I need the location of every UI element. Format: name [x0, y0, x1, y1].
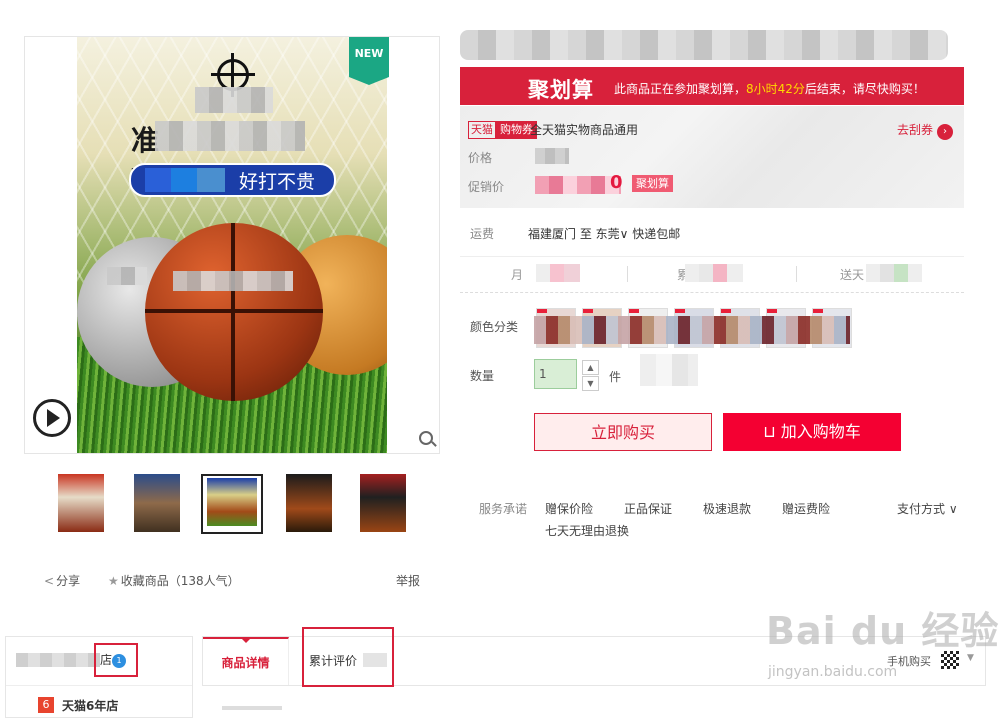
- main-image-frame: 准球 好打不贵 NEW: [24, 36, 440, 454]
- share-link[interactable]: < 分享: [44, 572, 80, 589]
- shipping-label: 运费: [470, 227, 495, 241]
- juhuasuan-banner: 聚划算 此商品正在参加聚划算，8小时42分后结束，请尽快购买！: [460, 67, 964, 105]
- pill-mosaic: [145, 168, 225, 192]
- baidu-watermark-url: jingyan.baidu.com: [768, 664, 898, 680]
- product-title-mosaic: [460, 30, 948, 60]
- service-seven-day-return[interactable]: 七天无理由退换: [545, 522, 629, 539]
- shop-years-icon: 6: [38, 697, 54, 713]
- juhuasuan-logo: 聚划算: [528, 78, 594, 102]
- arrow-right-icon: ›: [937, 124, 954, 140]
- payment-methods-dropdown[interactable]: 支付方式 ∨: [897, 500, 958, 517]
- quantity-decrease-icon[interactable]: ▼: [582, 376, 599, 391]
- service-genuine[interactable]: 正品保证: [624, 500, 672, 517]
- shipping-destination[interactable]: 福建厦门 至 东莞∨ 快递包邮: [528, 225, 680, 242]
- stat-mosaic-3: [866, 264, 922, 282]
- coupon-description: 全天猫实物商品通用: [530, 123, 639, 137]
- thumbnail-2[interactable]: [134, 474, 180, 532]
- thumbnail-4[interactable]: [286, 474, 332, 532]
- quantity-label: 数量: [470, 369, 495, 383]
- quantity-unit: 件: [609, 370, 622, 384]
- service-price-insurance[interactable]: 赠保价险: [545, 500, 593, 517]
- price-label: 价格: [468, 151, 493, 165]
- promo-price-label: 促销价: [468, 180, 505, 194]
- image-pill-banner: 好打不贵: [129, 163, 336, 197]
- service-fast-refund[interactable]: 极速退款: [703, 500, 751, 517]
- shop-years: 天猫6年店: [62, 699, 119, 713]
- divider: [6, 685, 192, 686]
- shop-name-mosaic: [16, 653, 100, 667]
- stock-mosaic: [640, 354, 698, 386]
- promo-price-mosaic: [535, 176, 621, 194]
- color-label: 颜色分类: [470, 320, 519, 334]
- share-icon: <: [44, 574, 55, 588]
- report-link[interactable]: 举报: [396, 572, 420, 589]
- star-icon: ★: [108, 574, 119, 588]
- juhuasuan-countdown: 此商品正在参加聚划算，8小时42分后结束，请尽快购买！: [614, 82, 925, 96]
- price-mosaic: [535, 148, 569, 164]
- favorite-link[interactable]: ★ 收藏商品（138人气）: [108, 572, 240, 589]
- pill-text: 好打不贵: [239, 171, 316, 193]
- quantity-input[interactable]: [534, 359, 577, 389]
- get-coupon-link[interactable]: 去刮券 ›: [897, 121, 954, 140]
- main-basketball: [145, 223, 323, 401]
- service-freight-insurance[interactable]: 赠运费险: [782, 500, 830, 517]
- service-label: 服务承诺: [479, 502, 528, 516]
- color-swatches-mosaic: [534, 316, 850, 344]
- ball-logo-mosaic-left: [107, 267, 147, 285]
- main-product-image[interactable]: 准球 好打不贵: [77, 37, 387, 453]
- quantity-increase-icon[interactable]: ▲: [582, 360, 599, 375]
- ball-logo-mosaic: [173, 271, 293, 291]
- stat-monthly-sales: 月: [511, 268, 524, 282]
- new-badge: NEW: [349, 37, 389, 85]
- blurred-brand: [195, 87, 273, 113]
- add-to-cart-button[interactable]: ⊔ 加入购物车: [723, 413, 901, 451]
- thumbnail-3-image: [207, 478, 257, 526]
- tab-product-detail[interactable]: 商品详情: [203, 637, 289, 685]
- tab-content-placeholder: [222, 706, 282, 710]
- tmall-coupon-tag: 天猫 购物券: [468, 121, 537, 139]
- headline-mosaic: [155, 121, 305, 151]
- thumbnail-1[interactable]: [58, 474, 104, 532]
- stat-tmall-points: 送天: [840, 268, 865, 282]
- divider: [627, 266, 628, 282]
- juhuasuan-price-tag: 聚划算: [632, 175, 673, 192]
- highlight-box-shop-badge: [94, 643, 138, 677]
- price-box: 天猫 购物券 全天猫实物商品通用 去刮券 › 价格 促销价 0 聚划算: [460, 106, 964, 208]
- promo-price-digit: 0: [610, 172, 623, 193]
- play-video-icon[interactable]: [33, 399, 71, 437]
- divider: [460, 256, 964, 257]
- baidu-watermark: Bai du 经验: [766, 609, 1000, 653]
- stat-mosaic-1: [536, 264, 580, 282]
- zoom-icon[interactable]: [419, 431, 433, 445]
- divider: [796, 266, 797, 282]
- divider-dashed: [460, 292, 964, 294]
- stat-mosaic-2: [685, 264, 743, 282]
- thumbnail-5[interactable]: [360, 474, 406, 532]
- buy-now-button[interactable]: 立即购买: [534, 413, 712, 451]
- highlight-box-reviews-tab: [302, 627, 394, 687]
